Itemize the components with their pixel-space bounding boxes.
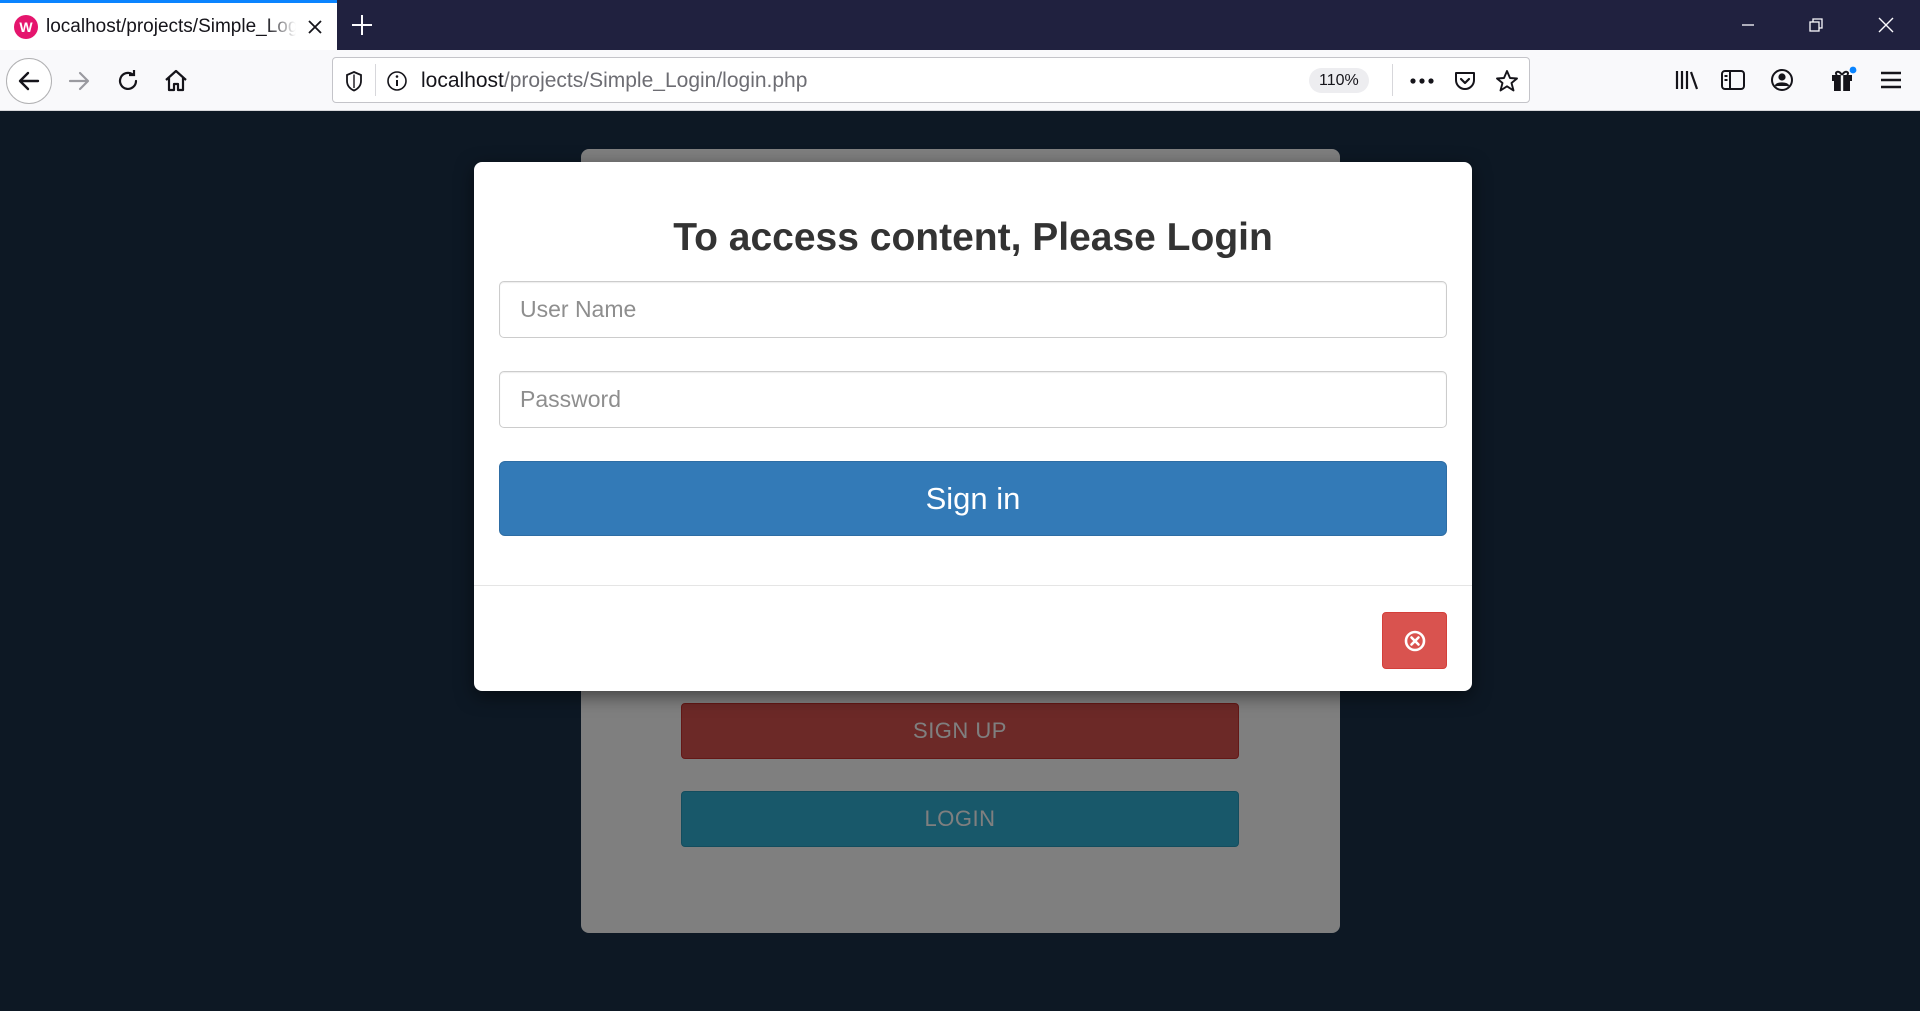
page-actions-icon[interactable] bbox=[1410, 69, 1434, 93]
tab-strip: W localhost/projects/Simple_Login/login.… bbox=[0, 0, 1920, 50]
hamburger-menu-icon[interactable] bbox=[1874, 63, 1908, 97]
url-separator bbox=[1392, 64, 1393, 96]
bookmark-star-icon[interactable] bbox=[1495, 69, 1519, 93]
restore-icon[interactable] bbox=[1782, 0, 1850, 50]
library-icon[interactable] bbox=[1670, 63, 1704, 97]
login-modal: To access content, Please Login Sign in bbox=[474, 162, 1472, 691]
address-bar[interactable]: localhost/projects/Simple_Login/login.ph… bbox=[332, 57, 1530, 103]
modal-title: To access content, Please Login bbox=[673, 216, 1273, 259]
wamp-favicon-icon: W bbox=[14, 14, 38, 39]
minimize-icon[interactable] bbox=[1714, 0, 1782, 50]
back-arrow-icon[interactable] bbox=[6, 58, 52, 104]
url-host: localhost bbox=[421, 69, 504, 92]
tab-close-icon[interactable] bbox=[304, 16, 326, 38]
close-circle-icon bbox=[1403, 629, 1427, 653]
forward-arrow-icon[interactable] bbox=[56, 58, 102, 104]
pocket-icon[interactable] bbox=[1453, 69, 1477, 93]
sign-in-button[interactable]: Sign in bbox=[499, 461, 1447, 536]
tracking-shield-icon[interactable] bbox=[342, 69, 366, 93]
account-icon[interactable] bbox=[1765, 63, 1799, 97]
new-tab-icon[interactable] bbox=[347, 10, 377, 40]
zoom-level-badge[interactable]: 110% bbox=[1309, 68, 1369, 93]
reload-icon[interactable] bbox=[105, 58, 151, 104]
modal-footer-divider bbox=[474, 585, 1472, 586]
url-text[interactable]: localhost/projects/Simple_Login/login.ph… bbox=[421, 69, 807, 93]
home-icon[interactable] bbox=[153, 58, 199, 104]
sidebar-toggle-icon[interactable] bbox=[1716, 63, 1750, 97]
tab-title: localhost/projects/Simple_Login/login.ph… bbox=[46, 15, 296, 37]
password-input[interactable] bbox=[499, 371, 1447, 428]
navigation-toolbar: localhost/projects/Simple_Login/login.ph… bbox=[0, 50, 1920, 111]
window-close-icon[interactable] bbox=[1852, 0, 1920, 50]
whats-new-gift-icon[interactable] bbox=[1826, 63, 1860, 97]
url-separator bbox=[375, 64, 376, 96]
site-info-icon[interactable] bbox=[385, 69, 409, 93]
username-input[interactable] bbox=[499, 281, 1447, 338]
url-path: /projects/Simple_Login/login.php bbox=[503, 69, 808, 92]
modal-close-button[interactable] bbox=[1382, 612, 1447, 669]
browser-tab-active[interactable]: W localhost/projects/Simple_Login/login.… bbox=[0, 0, 337, 50]
